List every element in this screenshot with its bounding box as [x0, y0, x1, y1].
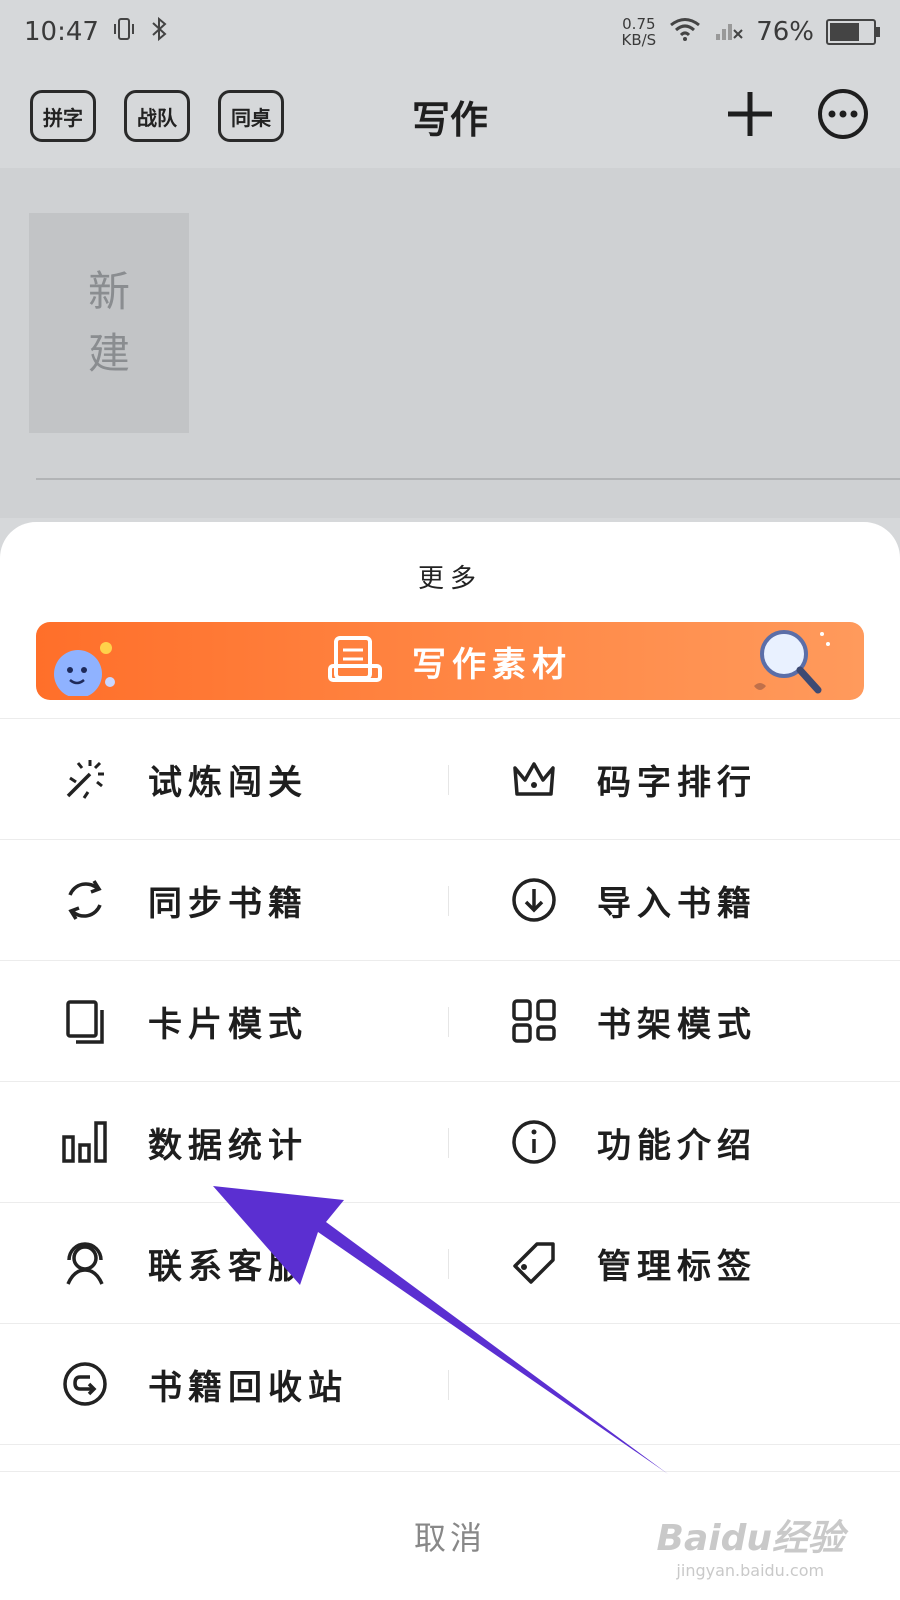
watermark-url: jingyan.baidu.com: [676, 1561, 825, 1580]
signal-icon: [714, 16, 744, 49]
menu-item-trial[interactable]: 试炼闯关: [0, 719, 449, 839]
menu-item-ranking[interactable]: 码字排行: [449, 719, 898, 839]
banner-label: 写作素材: [412, 644, 572, 685]
menu-item-customer-service[interactable]: 联系客服: [0, 1203, 449, 1323]
status-bar: 10:47 0.75 KB/S 76%: [0, 0, 900, 64]
menu-row: 卡片模式 书架模式: [0, 961, 900, 1082]
cancel-label: 取消: [413, 1519, 486, 1557]
net-speed-unit: KB/S: [621, 31, 657, 49]
menu-item-shelf-mode[interactable]: 书架模式: [449, 961, 898, 1081]
status-right: 0.75 KB/S 76%: [622, 16, 880, 49]
new-card-text-2: 建: [87, 329, 130, 378]
tag-icon: [509, 1238, 559, 1288]
menu-row: 联系客服 管理标签: [0, 1203, 900, 1324]
vibrate-icon: [111, 16, 137, 49]
document-icon: [328, 634, 382, 688]
menu-item-statistics[interactable]: 数据统计: [0, 1082, 449, 1202]
menu-item-feature-intro[interactable]: 功能介绍: [449, 1082, 898, 1202]
menu-item-sync-books[interactable]: 同步书籍: [0, 840, 449, 960]
new-card-text-1: 新: [87, 267, 130, 316]
download-icon: [509, 875, 559, 925]
support-icon: [60, 1238, 110, 1288]
pinzi-button[interactable]: 拼字: [30, 90, 96, 142]
deskmate-button[interactable]: 同桌: [218, 90, 284, 142]
status-left: 10:47: [24, 16, 169, 49]
menu-label: 功能介绍: [597, 1125, 757, 1166]
more-bottom-sheet: 更多 写作素材 试炼闯关 码字排行 同步书籍 导入书籍 卡片模式 书架模式 数据…: [0, 522, 900, 1600]
more-icon[interactable]: [816, 87, 870, 145]
menu-label: 导入书籍: [597, 883, 757, 924]
wifi-icon: [668, 16, 702, 49]
menu-row: 同步书籍 导入书籍: [0, 840, 900, 961]
plus-icon[interactable]: [724, 88, 776, 144]
sparkle-icon: [60, 754, 110, 804]
battery-percent: 76%: [756, 17, 814, 47]
menu-label: 同步书籍: [148, 883, 308, 924]
watermark: Baidu经验 jingyan.baidu.com: [657, 1509, 844, 1580]
header-actions: [724, 87, 870, 145]
info-icon: [509, 1117, 559, 1167]
menu-label: 数据统计: [148, 1125, 308, 1166]
status-time: 10:47: [24, 17, 99, 47]
menu-item-import-books[interactable]: 导入书籍: [449, 840, 898, 960]
menu-item-card-mode[interactable]: 卡片模式: [0, 961, 449, 1081]
bar-chart-icon: [60, 1117, 110, 1167]
menu-item-recycle-bin[interactable]: 书籍回收站: [0, 1324, 449, 1444]
sheet-title: 更多: [417, 564, 482, 594]
menu-row: 数据统计 功能介绍: [0, 1082, 900, 1203]
grid-icon: [509, 996, 559, 1046]
menu-label: 卡片模式: [148, 1004, 308, 1045]
crown-icon: [509, 754, 559, 804]
sync-icon: [60, 875, 110, 925]
watermark-brand: Baidu经验: [656, 1518, 844, 1559]
menu-item-manage-tags[interactable]: 管理标签: [449, 1203, 898, 1323]
menu-row: 试炼闯关 码字排行: [0, 719, 900, 840]
content-divider: [36, 478, 900, 480]
team-button[interactable]: 战队: [124, 90, 190, 142]
content-area: 新 建: [0, 168, 900, 518]
menu-empty-cell: [449, 1324, 898, 1444]
menu-label: 书架模式: [597, 1004, 757, 1045]
recycle-icon: [60, 1359, 110, 1409]
menu-label: 书籍回收站: [148, 1367, 348, 1408]
menu-row: 书籍回收站: [0, 1324, 900, 1445]
battery-icon: [826, 19, 880, 45]
writing-material-banner[interactable]: 写作素材: [36, 622, 864, 700]
net-speed: 0.75 KB/S: [622, 16, 657, 48]
menu-label: 联系客服: [148, 1246, 308, 1287]
bluetooth-icon: [149, 16, 169, 49]
menu-grid: 试炼闯关 码字排行 同步书籍 导入书籍 卡片模式 书架模式 数据统计 功能介绍 …: [0, 718, 900, 1445]
mascot-icon: [44, 636, 124, 700]
magnifier-icon: [748, 622, 834, 700]
menu-label: 管理标签: [597, 1246, 757, 1287]
menu-label: 码字排行: [597, 762, 757, 803]
card-icon: [60, 996, 110, 1046]
menu-label: 试炼闯关: [148, 762, 308, 803]
app-header: 拼字 战队 同桌 写作: [0, 64, 900, 168]
battery-fill: [830, 23, 859, 41]
new-book-card[interactable]: 新 建: [29, 213, 189, 433]
net-speed-value: 0.75: [622, 15, 656, 33]
